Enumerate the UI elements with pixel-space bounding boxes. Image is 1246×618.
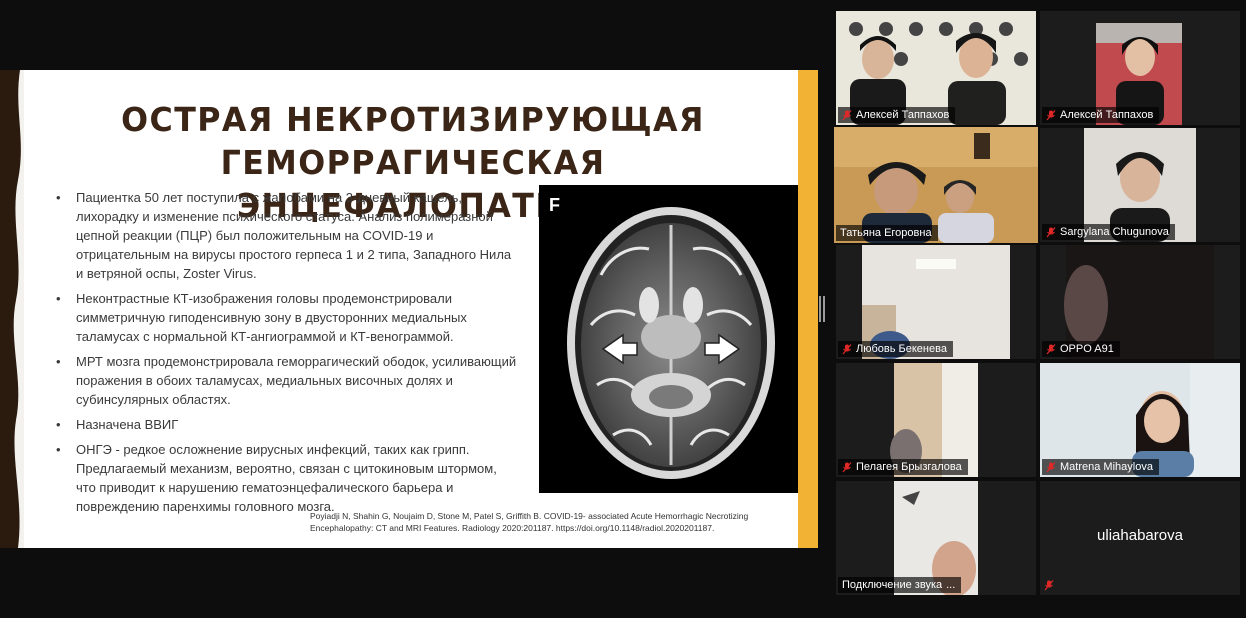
participant-name: Sargylana Chugunova: [1060, 226, 1169, 238]
participant-tile-active[interactable]: Татьяна Егоровна: [834, 127, 1038, 243]
bullet-dot: •: [56, 291, 61, 306]
participant-name-tag: Любовь Бекенева: [838, 341, 953, 357]
bullet-item: • Назначена ВВИГ: [48, 415, 518, 434]
participant-name: Любовь Бекенева: [856, 343, 947, 355]
loading-dots: ...: [946, 579, 956, 591]
panel-resize-handle[interactable]: [819, 296, 825, 322]
bullet-text: Неконтрастные КТ-изображения головы прод…: [76, 291, 467, 344]
participant-display-name: uliahabarova: [1097, 527, 1183, 544]
mri-panel-label: F: [549, 195, 560, 215]
participant-name: Татьяна Егоровна: [840, 227, 932, 239]
bullet-text: ОНГЭ - редкое осложнение вирусных инфекц…: [76, 442, 497, 514]
bullet-dot: •: [56, 442, 61, 457]
participant-tile[interactable]: Подключение звука ...: [836, 481, 1036, 595]
participant-name-tag: Алексей Таппахов: [838, 107, 956, 123]
participant-name-tag: Алексей Таппахов: [1042, 107, 1160, 123]
mic-off-icon: [1046, 343, 1056, 354]
mic-off-icon: [842, 343, 852, 354]
bullet-item: • Пациентка 50 лет поступила с жалобами н…: [48, 188, 518, 283]
participant-name-tag: Matrena Mihaylova: [1042, 459, 1159, 475]
participant-name-tag: Пелагея Брызгалова: [838, 459, 968, 475]
mic-off-icon: [842, 461, 852, 472]
mri-brain-image: F: [539, 185, 801, 493]
participant-tile[interactable]: uliahabarova: [1040, 481, 1240, 595]
bullet-dot: •: [56, 354, 61, 369]
mic-off-icon: [1046, 109, 1056, 120]
participant-name: Подключение звука: [842, 579, 943, 591]
participant-name-tag: Sargylana Chugunova: [1042, 224, 1175, 240]
participant-name-tag: Подключение звука ...: [838, 577, 962, 593]
bullet-item: • МРТ мозга продемонстрировала геморраги…: [48, 352, 518, 409]
participant-name: Matrena Mihaylova: [1060, 461, 1153, 473]
participant-name: Алексей Таппахов: [1060, 109, 1154, 121]
bullet-list: • Пациентка 50 лет поступила с жалобами н…: [48, 188, 518, 522]
participant-tile[interactable]: Алексей Таппахов: [1040, 11, 1240, 125]
bullet-text: Назначена ВВИГ: [76, 417, 179, 432]
bullet-text: Пациентка 50 лет поступила с жалобами на…: [76, 190, 512, 281]
participant-name: Пелагея Брызгалова: [856, 461, 962, 473]
shared-screen: ОСТРАЯ НЕКРОТИЗИРУЮЩАЯ ГЕМОРРАГИЧЕСКАЯ Э…: [0, 0, 825, 618]
bullet-dot: •: [56, 190, 61, 205]
presentation-slide: ОСТРАЯ НЕКРОТИЗИРУЮЩАЯ ГЕМОРРАГИЧЕСКАЯ Э…: [0, 70, 818, 548]
mic-off-icon: [1046, 226, 1056, 237]
participant-name-tag: OPPO A91: [1042, 341, 1120, 357]
bullet-item: • ОНГЭ - редкое осложнение вирусных инфек…: [48, 440, 518, 516]
participant-name: OPPO A91: [1060, 343, 1114, 355]
participant-tile[interactable]: Пелагея Брызгалова: [836, 363, 1036, 477]
slide-citation: Poyiadji N, Shahin G, Noujaim D, Stone M…: [310, 511, 749, 533]
slide-accent-bar: [798, 70, 818, 548]
slide-title-line-1: ОСТРАЯ НЕКРОТИЗИРУЮЩАЯ: [121, 100, 705, 139]
slide-decorative-edge: [0, 70, 21, 548]
bullet-text: МРТ мозга продемонстрировала геморрагиче…: [76, 354, 517, 407]
participant-name-tag: [1042, 577, 1056, 593]
bullet-item: • Неконтрастные КТ-изображения головы про…: [48, 289, 518, 346]
mic-off-icon: [1044, 579, 1054, 590]
mic-off-icon: [842, 109, 852, 120]
mic-off-icon: [1046, 461, 1056, 472]
participant-tile[interactable]: Sargylana Chugunova: [1040, 128, 1240, 242]
slide-content: ОСТРАЯ НЕКРОТИЗИРУЮЩАЯ ГЕМОРРАГИЧЕСКАЯ Э…: [24, 70, 801, 548]
mri-scan-graphic: [567, 207, 775, 479]
participant-tile[interactable]: Любовь Бекенева: [836, 245, 1036, 359]
bullet-dot: •: [56, 417, 61, 432]
participant-tile[interactable]: Алексей Таппахов: [836, 11, 1036, 125]
participant-name: Алексей Таппахов: [856, 109, 950, 121]
participant-tile[interactable]: Matrena Mihaylova: [1040, 363, 1240, 477]
participant-name-tag: Татьяна Егоровна: [836, 225, 938, 241]
participant-tile[interactable]: OPPO A91: [1040, 245, 1240, 359]
